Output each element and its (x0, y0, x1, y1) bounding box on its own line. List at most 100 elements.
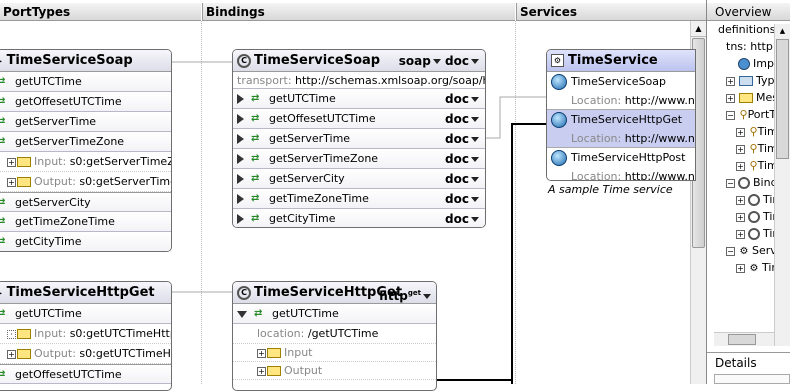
chevron-down-icon (471, 177, 479, 182)
operation-row[interactable]: ⇄getServerTime (0, 112, 171, 132)
operation-row[interactable]: ⇄getOffesetUTCTime (0, 364, 171, 384)
port-name-row: TimeServiceHttpPost (547, 148, 695, 168)
expand-arrow-icon[interactable] (237, 114, 244, 124)
service-timeservice[interactable]: ⚙ TimeService TimeServiceSoap Location: h… (546, 49, 696, 181)
porttype-timeservicehttpget[interactable]: ▸ TimeServiceHttpGet ⇄getUTCTime ·Input:… (0, 281, 172, 391)
collapse-icon[interactable]: − (726, 110, 735, 120)
binding-timeservicesoap[interactable]: C TimeServiceSoap soap doc transport: htt… (232, 49, 486, 228)
protocol-dropdown[interactable]: soap (399, 54, 441, 68)
binding-icon (748, 194, 760, 206)
scroll-thumb[interactable] (728, 334, 756, 345)
expand-icon[interactable]: + (7, 157, 16, 167)
collapse-icon[interactable]: − (726, 178, 735, 188)
input-row[interactable]: + Input (233, 344, 436, 362)
tree-scrollbar[interactable]: ▲ (774, 24, 790, 346)
binding-timeservicehttpget[interactable]: C TimeServiceHttpGet httpget ⇄ getUTCTime … (232, 281, 437, 391)
porttype-icon: ⚲ (739, 108, 748, 121)
expand-icon[interactable]: + (257, 348, 266, 358)
service-documentation: A sample Time service (548, 183, 673, 196)
expand-icon[interactable]: + (736, 263, 745, 273)
binding-operation-row[interactable]: ⇄ getServerTime doc (233, 129, 485, 149)
expand-icon[interactable]: + (736, 127, 745, 137)
expand-icon[interactable]: + (7, 177, 16, 187)
operation-icon: ⇄ (0, 304, 11, 324)
output-row[interactable]: + Output (233, 362, 436, 380)
details-panel (714, 374, 790, 384)
expand-icon[interactable]: + (736, 161, 745, 171)
scroll-up-arrow[interactable]: ▲ (775, 24, 790, 38)
chevron-down-icon (432, 59, 441, 64)
input-row[interactable]: +Input: s0:getServerTimeZon (0, 152, 171, 172)
binding-operation-row[interactable]: ⇄ getUTCTime (233, 304, 436, 324)
operation-row[interactable]: ⇄getOffesetUTCTime (0, 92, 171, 112)
porttype-title: ▸ TimeServiceHttpGet (0, 282, 171, 304)
expand-icon[interactable]: + (257, 366, 266, 376)
operation-icon: ⇄ (254, 308, 262, 319)
operation-icon: ⇄ (0, 112, 11, 132)
service-port[interactable]: TimeServiceHttpPost Location: http://www… (547, 148, 695, 180)
chevron-down-icon (471, 137, 479, 142)
operation-row[interactable]: ⇄getCityTime (0, 232, 171, 251)
chevron-down-icon (471, 117, 479, 122)
expand-icon[interactable]: + (726, 93, 735, 103)
output-row[interactable]: +Output: s0:getServerTimeZo (0, 172, 171, 192)
operation-row[interactable]: ⇄getServerCity (0, 192, 171, 212)
operation-style-dropdown[interactable]: doc (445, 209, 479, 227)
globe-icon (551, 74, 567, 90)
operation-icon: ⇄ (251, 93, 259, 104)
expand-icon[interactable]: + (736, 229, 745, 239)
message-icon (267, 366, 281, 376)
tree-hscrollbar[interactable] (714, 332, 774, 346)
operation-icon: ⇄ (251, 113, 259, 124)
service-port-selected[interactable]: TimeServiceHttpGet Location: http://www.… (547, 110, 695, 148)
binding-title: C TimeServiceHttpGet httpget (233, 282, 436, 304)
expand-icon[interactable]: + (736, 212, 745, 222)
porttype-icon: ⚲ (749, 159, 758, 172)
operation-style-dropdown[interactable]: doc (445, 129, 479, 149)
port-name-row: TimeServiceSoap (547, 72, 695, 92)
expand-arrow-icon[interactable] (237, 174, 244, 184)
expand-arrow-icon[interactable] (237, 214, 244, 224)
style-dropdown[interactable]: doc (445, 54, 479, 68)
operation-icon: ⇄ (0, 72, 11, 92)
collapse-icon[interactable]: − (726, 246, 735, 256)
operation-style-dropdown[interactable]: doc (445, 89, 479, 109)
expand-arrow-icon[interactable] (237, 154, 244, 164)
input-row[interactable]: ·Input: s0:getUTCTimeHttpG (0, 324, 171, 344)
operation-row[interactable]: ⇄getUTCTime (0, 304, 171, 324)
binding-operation-row[interactable]: ⇄ getServerCity doc (233, 169, 485, 189)
binding-operation-row[interactable]: ⇄ getOffesetUTCTime doc (233, 109, 485, 129)
operation-style-dropdown[interactable]: doc (445, 109, 479, 129)
service-icon: ⚙ (749, 263, 759, 274)
operation-style-dropdown[interactable]: doc (445, 189, 479, 209)
binding-operation-row[interactable]: ⇄ getUTCTime doc (233, 89, 485, 109)
chevron-down-icon (471, 97, 479, 102)
binding-operation-row[interactable]: ⇄ getTimeZoneTime doc (233, 189, 485, 209)
expand-icon[interactable]: · (7, 329, 16, 339)
expand-arrow-icon[interactable] (237, 94, 244, 104)
types-icon (739, 76, 753, 86)
operation-icon: ⇄ (0, 365, 11, 385)
scroll-thumb[interactable] (776, 39, 789, 159)
expand-arrow-icon[interactable] (237, 194, 244, 204)
operation-style-dropdown[interactable]: doc (445, 149, 479, 169)
output-row[interactable]: +Output: s0:getUTCTimeHttp (0, 344, 171, 364)
binding-operation-row[interactable]: ⇄ getCityTime doc (233, 209, 485, 227)
binding-operation-row[interactable]: ⇄ getServerTimeZone doc (233, 149, 485, 169)
chevron-down-icon (471, 59, 479, 64)
operation-row[interactable]: ⇄getUTCTime (0, 72, 171, 92)
operation-icon: ⇄ (251, 213, 259, 224)
collapse-arrow-icon[interactable] (237, 310, 247, 318)
operation-row[interactable]: ⇄getServerTimeZone (0, 132, 171, 152)
expand-icon[interactable]: + (726, 76, 735, 86)
expand-arrow-icon[interactable] (237, 134, 244, 144)
porttype-icon: ⚲ (749, 142, 758, 155)
porttype-timeservicesoap[interactable]: ▸ TimeServiceSoap ⇄getUTCTime ⇄getOffese… (0, 49, 172, 252)
operation-icon: ⇄ (0, 132, 11, 152)
operation-style-dropdown[interactable]: doc (445, 169, 479, 189)
expand-icon[interactable]: + (736, 195, 745, 205)
expand-icon[interactable]: + (7, 349, 16, 359)
service-port[interactable]: TimeServiceSoap Location: http://www.n (547, 72, 695, 110)
expand-icon[interactable]: + (736, 144, 745, 154)
operation-row[interactable]: ⇄getTimeZoneTime (0, 212, 171, 232)
